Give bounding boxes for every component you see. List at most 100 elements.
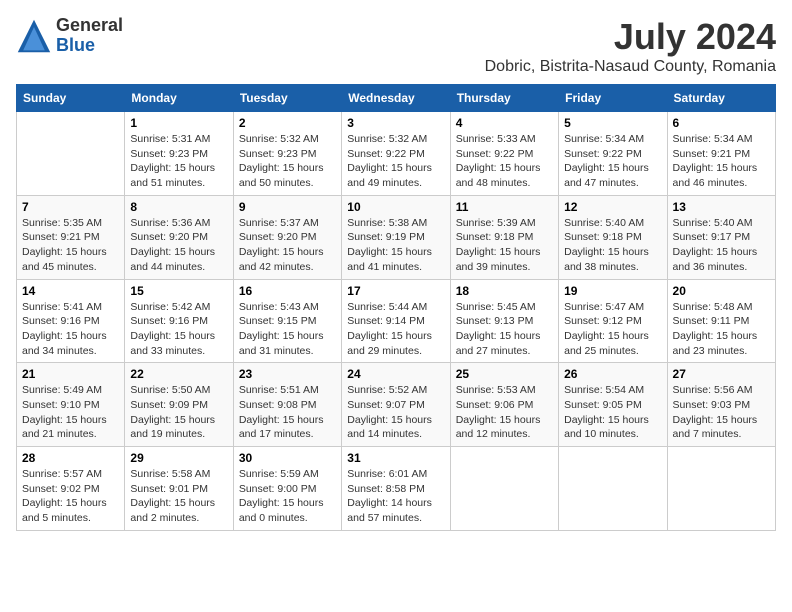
calendar-cell: 6Sunrise: 5:34 AMSunset: 9:21 PMDaylight…: [667, 112, 775, 196]
day-number: 13: [673, 200, 770, 214]
day-number: 16: [239, 284, 336, 298]
calendar-cell: 14Sunrise: 5:41 AMSunset: 9:16 PMDayligh…: [17, 279, 125, 363]
logo-blue: Blue: [56, 36, 123, 56]
week-row-2: 7Sunrise: 5:35 AMSunset: 9:21 PMDaylight…: [17, 195, 776, 279]
day-number: 26: [564, 367, 661, 381]
calendar-cell: 16 Sunrise: 5:43 AMSunset: 9:15 PMDayligh…: [233, 279, 341, 363]
day-number: 11: [456, 200, 553, 214]
week-row-5: 28 Sunrise: 5:57 AMSunset: 9:02 PMDayligh…: [17, 447, 776, 531]
day-number: 24: [347, 367, 444, 381]
day-number: 18: [456, 284, 553, 298]
day-info: Sunrise: 5:34 AMSunset: 9:22 PMDaylight:…: [564, 132, 661, 191]
day-number: 17: [347, 284, 444, 298]
day-number: 22: [130, 367, 227, 381]
page-header: General Blue July 2024 Dobric, Bistrita-…: [16, 16, 776, 76]
header-day-wednesday: Wednesday: [342, 85, 450, 112]
calendar-cell: 24 Sunrise: 5:52 AMSunset: 9:07 PMDayligh…: [342, 363, 450, 447]
day-info: Sunrise: 5:32 AMSunset: 9:22 PMDaylight:…: [347, 132, 444, 191]
day-number: 30: [239, 451, 336, 465]
day-number: 14: [22, 284, 119, 298]
calendar-cell: 23 Sunrise: 5:51 AMSunset: 9:08 PMDayligh…: [233, 363, 341, 447]
day-number: 29: [130, 451, 227, 465]
day-info: Sunrise: 5:43 AMSunset: 9:15 PMDaylight:…: [239, 300, 336, 359]
calendar-cell: 17Sunrise: 5:44 AMSunset: 9:14 PMDayligh…: [342, 279, 450, 363]
calendar-cell: 10 Sunrise: 5:38 AMSunset: 9:19 PMDayligh…: [342, 195, 450, 279]
calendar-cell: 11 Sunrise: 5:39 AMSunset: 9:18 PMDayligh…: [450, 195, 558, 279]
day-info: Sunrise: 5:32 AMSunset: 9:23 PMDaylight:…: [239, 132, 336, 191]
day-info: Sunrise: 5:52 AMSunset: 9:07 PMDaylight:…: [347, 383, 444, 442]
header-day-sunday: Sunday: [17, 85, 125, 112]
day-info: Sunrise: 5:49 AMSunset: 9:10 PMDaylight:…: [22, 383, 119, 442]
calendar-cell: 19 Sunrise: 5:47 AMSunset: 9:12 PMDayligh…: [559, 279, 667, 363]
day-info: Sunrise: 5:54 AMSunset: 9:05 PMDaylight:…: [564, 383, 661, 442]
calendar-body: 1 Sunrise: 5:31 AMSunset: 9:23 PMDaylight…: [17, 112, 776, 531]
logo-general: General: [56, 16, 123, 36]
calendar-cell: 5 Sunrise: 5:34 AMSunset: 9:22 PMDaylight…: [559, 112, 667, 196]
day-info: Sunrise: 5:34 AMSunset: 9:21 PMDaylight:…: [673, 132, 770, 191]
day-info: Sunrise: 5:37 AMSunset: 9:20 PMDaylight:…: [239, 216, 336, 275]
day-number: 20: [673, 284, 770, 298]
day-info: Sunrise: 5:33 AMSunset: 9:22 PMDaylight:…: [456, 132, 553, 191]
day-number: 28: [22, 451, 119, 465]
calendar-cell: [450, 447, 558, 531]
calendar-cell: 12Sunrise: 5:40 AMSunset: 9:18 PMDayligh…: [559, 195, 667, 279]
day-info: Sunrise: 5:35 AMSunset: 9:21 PMDaylight:…: [22, 216, 119, 275]
day-info: Sunrise: 5:31 AMSunset: 9:23 PMDaylight:…: [130, 132, 227, 191]
day-number: 21: [22, 367, 119, 381]
calendar-cell: 2 Sunrise: 5:32 AMSunset: 9:23 PMDaylight…: [233, 112, 341, 196]
day-number: 23: [239, 367, 336, 381]
week-row-3: 14Sunrise: 5:41 AMSunset: 9:16 PMDayligh…: [17, 279, 776, 363]
logo: General Blue: [16, 16, 123, 56]
day-number: 10: [347, 200, 444, 214]
day-number: 1: [130, 116, 227, 130]
day-info: Sunrise: 6:01 AMSunset: 8:58 PMDaylight:…: [347, 467, 444, 526]
calendar-cell: 31 Sunrise: 6:01 AMSunset: 8:58 PMDayligh…: [342, 447, 450, 531]
header-day-friday: Friday: [559, 85, 667, 112]
header-row: SundayMondayTuesdayWednesdayThursdayFrid…: [17, 85, 776, 112]
calendar-cell: [667, 447, 775, 531]
day-info: Sunrise: 5:50 AMSunset: 9:09 PMDaylight:…: [130, 383, 227, 442]
calendar-cell: 18 Sunrise: 5:45 AMSunset: 9:13 PMDayligh…: [450, 279, 558, 363]
calendar-cell: 29 Sunrise: 5:58 AMSunset: 9:01 PMDayligh…: [125, 447, 233, 531]
day-info: Sunrise: 5:45 AMSunset: 9:13 PMDaylight:…: [456, 300, 553, 359]
title-area: July 2024 Dobric, Bistrita-Nasaud County…: [485, 16, 776, 76]
calendar-header: SundayMondayTuesdayWednesdayThursdayFrid…: [17, 85, 776, 112]
calendar-cell: 13 Sunrise: 5:40 AMSunset: 9:17 PMDayligh…: [667, 195, 775, 279]
day-number: 27: [673, 367, 770, 381]
location-subtitle: Dobric, Bistrita-Nasaud County, Romania: [485, 58, 776, 76]
calendar-cell: 9 Sunrise: 5:37 AMSunset: 9:20 PMDaylight…: [233, 195, 341, 279]
day-info: Sunrise: 5:51 AMSunset: 9:08 PMDaylight:…: [239, 383, 336, 442]
day-number: 31: [347, 451, 444, 465]
calendar-cell: 20Sunrise: 5:48 AMSunset: 9:11 PMDayligh…: [667, 279, 775, 363]
calendar-cell: 3Sunrise: 5:32 AMSunset: 9:22 PMDaylight…: [342, 112, 450, 196]
week-row-1: 1 Sunrise: 5:31 AMSunset: 9:23 PMDaylight…: [17, 112, 776, 196]
day-number: 25: [456, 367, 553, 381]
day-number: 8: [130, 200, 227, 214]
calendar-cell: 27 Sunrise: 5:56 AMSunset: 9:03 PMDayligh…: [667, 363, 775, 447]
header-day-tuesday: Tuesday: [233, 85, 341, 112]
day-info: Sunrise: 5:36 AMSunset: 9:20 PMDaylight:…: [130, 216, 227, 275]
calendar-cell: 21 Sunrise: 5:49 AMSunset: 9:10 PMDayligh…: [17, 363, 125, 447]
day-info: Sunrise: 5:47 AMSunset: 9:12 PMDaylight:…: [564, 300, 661, 359]
calendar-cell: 26 Sunrise: 5:54 AMSunset: 9:05 PMDayligh…: [559, 363, 667, 447]
day-info: Sunrise: 5:59 AMSunset: 9:00 PMDaylight:…: [239, 467, 336, 526]
day-number: 15: [130, 284, 227, 298]
day-number: 2: [239, 116, 336, 130]
calendar-cell: [17, 112, 125, 196]
day-number: 5: [564, 116, 661, 130]
day-info: Sunrise: 5:58 AMSunset: 9:01 PMDaylight:…: [130, 467, 227, 526]
day-number: 19: [564, 284, 661, 298]
calendar-cell: 7Sunrise: 5:35 AMSunset: 9:21 PMDaylight…: [17, 195, 125, 279]
week-row-4: 21 Sunrise: 5:49 AMSunset: 9:10 PMDayligh…: [17, 363, 776, 447]
day-info: Sunrise: 5:56 AMSunset: 9:03 PMDaylight:…: [673, 383, 770, 442]
day-info: Sunrise: 5:39 AMSunset: 9:18 PMDaylight:…: [456, 216, 553, 275]
calendar-cell: 25Sunrise: 5:53 AMSunset: 9:06 PMDayligh…: [450, 363, 558, 447]
calendar-cell: 28 Sunrise: 5:57 AMSunset: 9:02 PMDayligh…: [17, 447, 125, 531]
day-info: Sunrise: 5:40 AMSunset: 9:17 PMDaylight:…: [673, 216, 770, 275]
calendar-cell: 15Sunrise: 5:42 AMSunset: 9:16 PMDayligh…: [125, 279, 233, 363]
calendar-cell: [559, 447, 667, 531]
day-number: 9: [239, 200, 336, 214]
day-info: Sunrise: 5:57 AMSunset: 9:02 PMDaylight:…: [22, 467, 119, 526]
day-info: Sunrise: 5:38 AMSunset: 9:19 PMDaylight:…: [347, 216, 444, 275]
calendar-table: SundayMondayTuesdayWednesdayThursdayFrid…: [16, 84, 776, 531]
